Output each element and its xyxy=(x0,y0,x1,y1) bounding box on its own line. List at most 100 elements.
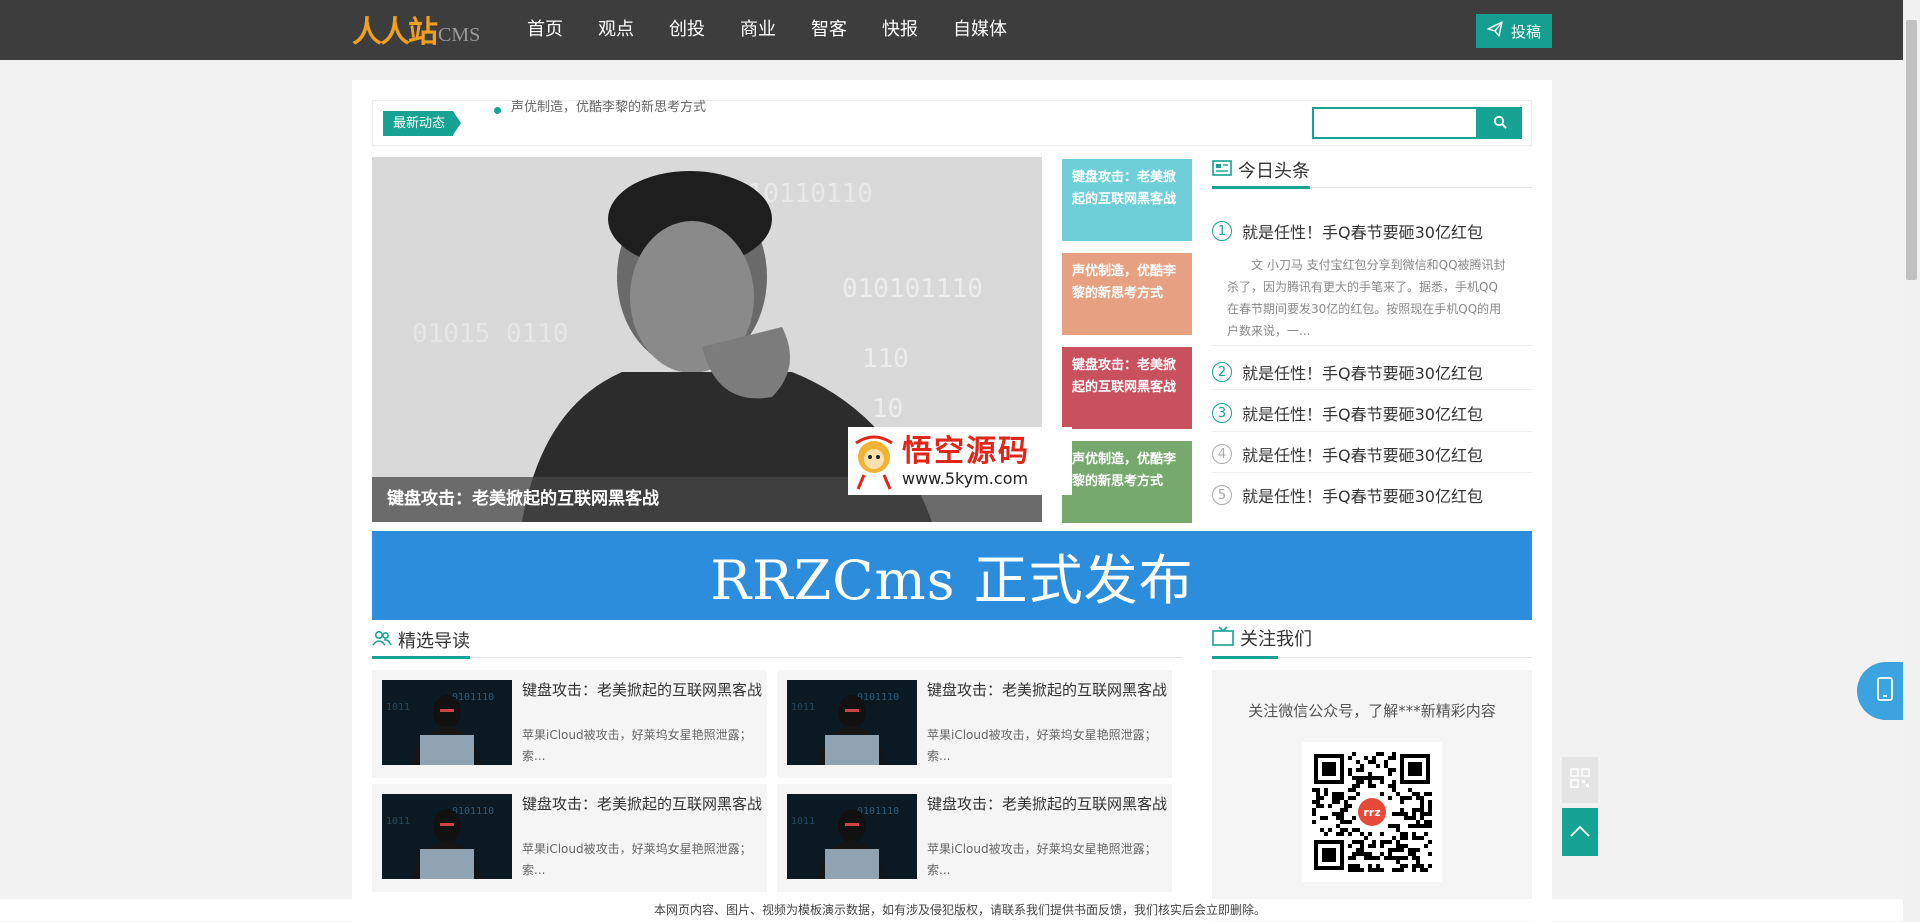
divider xyxy=(1212,472,1532,473)
headline-4[interactable]: 4 就是任性！手Q春节要砸30亿红包 xyxy=(1212,442,1532,466)
nav-item-smart[interactable]: 智客 xyxy=(811,0,847,60)
tile-1[interactable]: 键盘攻击：老美掀起的互联网黑客战 xyxy=(1062,159,1192,241)
users-icon xyxy=(372,630,392,651)
card-summary: 苹果iCloud被攻击，好莱坞女星艳照泄露；索... xyxy=(927,728,1157,763)
scrollbar-thumb[interactable] xyxy=(1906,20,1917,280)
card-title: 键盘攻击：老美掀起的互联网黑客战 xyxy=(522,795,763,813)
svg-text:10: 10 xyxy=(872,394,903,424)
headline-2[interactable]: 2 就是任性！手Q春节要砸30亿红包 xyxy=(1212,360,1532,384)
divider xyxy=(1212,431,1532,432)
headline-title: 就是任性！手Q春节要砸30亿红包 xyxy=(1242,405,1483,424)
rank-badge: 4 xyxy=(1212,444,1232,464)
contribute-button[interactable]: 投稿 xyxy=(1476,14,1552,48)
featured-card-1[interactable]: 0101110 1011 键盘攻击：老美掀起的互联网黑客战 苹果iCloud被攻击… xyxy=(372,670,767,778)
chevron-up-icon xyxy=(1569,823,1591,842)
site-logo[interactable]: 人人站 CMS xyxy=(352,10,480,50)
title-accent xyxy=(1212,186,1310,189)
headline-title: 就是任性！手Q春节要砸30亿红包 xyxy=(1242,487,1483,506)
qr-popup-button[interactable] xyxy=(1562,757,1598,803)
svg-text:110: 110 xyxy=(862,344,909,374)
logo-sub-text: CMS xyxy=(438,24,481,46)
title-accent xyxy=(372,656,470,659)
ticker-label: 最新动态 xyxy=(383,111,461,136)
rank-badge: 1 xyxy=(1212,221,1232,241)
phone-icon xyxy=(1876,677,1893,705)
logo-main-text: 人人站 xyxy=(352,15,438,50)
release-banner[interactable]: RRZCms 正式发布 xyxy=(372,531,1532,620)
featured-card-2[interactable]: 0101110 1011 键盘攻击：老美掀起的互联网黑客战 苹果iCloud被攻击… xyxy=(777,670,1172,778)
tile-4[interactable]: 声优制造，优酷李黎的新思考方式 xyxy=(1062,441,1192,523)
follow-title-text: 关注我们 xyxy=(1240,629,1312,650)
monkey-king-logo xyxy=(855,435,893,490)
paper-plane-icon xyxy=(1487,21,1503,41)
card-summary: 苹果iCloud被攻击，好莱坞女星艳照泄露；索... xyxy=(522,728,752,763)
svg-text:1011: 1011 xyxy=(386,702,410,713)
title-accent xyxy=(1212,656,1278,659)
nav-item-home[interactable]: 首页 xyxy=(527,0,563,60)
nav-item-news-flash[interactable]: 快报 xyxy=(882,0,918,60)
svg-text:0101110: 0101110 xyxy=(857,806,899,817)
nav-item-venture[interactable]: 创投 xyxy=(669,0,705,60)
copyright-disclaimer: 本网页内容、图片、视频为模板演示数据，如有涉及侵犯版权，请联系我们提供书面反馈，… xyxy=(0,899,1920,921)
qr-code-icon xyxy=(1570,768,1590,792)
headline-title: 就是任性！手Q春节要砸30亿红包 xyxy=(1242,364,1483,383)
search-button[interactable] xyxy=(1478,107,1522,139)
news-ticker: 最新动态 声优制造，优酷李黎的新思考方式 xyxy=(372,100,1532,146)
card-title: 键盘攻击：老美掀起的互联网黑客战 xyxy=(927,681,1168,699)
follow-description: 关注微信公众号，了解***新精彩内容 xyxy=(1248,702,1496,720)
tv-icon xyxy=(1212,625,1234,651)
contribute-label: 投稿 xyxy=(1510,22,1541,41)
card-title: 键盘攻击：老美掀起的互联网黑客战 xyxy=(927,795,1168,813)
hacker-thumbnail: 0101110 1011 xyxy=(787,680,917,765)
featured-card-4[interactable]: 0101110 1011 键盘攻击：老美掀起的互联网黑客战 苹果iCloud被攻击… xyxy=(777,784,1172,892)
qr-pattern: rrz xyxy=(1312,752,1432,872)
tile-3[interactable]: 键盘攻击：老美掀起的互联网黑客战 xyxy=(1062,347,1192,429)
nav-item-business[interactable]: 商业 xyxy=(740,0,776,60)
today-title-text: 今日头条 xyxy=(1238,161,1310,182)
search-icon xyxy=(1493,114,1507,133)
headline-5[interactable]: 5 就是任性！手Q春节要砸30亿红包 xyxy=(1212,483,1532,507)
ticker-bullet xyxy=(494,107,501,114)
featured-card-3[interactable]: 0101110 1011 键盘攻击：老美掀起的互联网黑客战 苹果iCloud被攻击… xyxy=(372,784,767,892)
source-watermark: 悟空源码 www.5kym.com xyxy=(848,427,1072,495)
follow-section-title: 关注我们 xyxy=(1212,625,1312,651)
today-section-title: 今日头条 xyxy=(1212,157,1310,183)
svg-text:1011: 1011 xyxy=(791,702,815,713)
headline-title: 就是任性！手Q春节要砸30亿红包 xyxy=(1242,223,1483,242)
back-to-top-button[interactable] xyxy=(1562,808,1598,856)
rank-badge: 5 xyxy=(1212,485,1232,505)
hacker-thumbnail: 0101110 1011 xyxy=(787,794,917,879)
headline-1-summary: 文 小刀马 支付宝红包分享到微信和QQ被腾讯封杀了，因为腾讯有更大的手笔来了。据… xyxy=(1227,258,1506,338)
search-input[interactable] xyxy=(1312,107,1478,139)
card-title: 键盘攻击：老美掀起的互联网黑客战 xyxy=(522,681,763,699)
rank-badge: 3 xyxy=(1212,403,1232,423)
watermark-title: 悟空源码 xyxy=(902,433,1030,469)
card-summary: 苹果iCloud被攻击，好莱坞女星艳照泄露；索... xyxy=(927,842,1157,877)
featured-section-title: 精选导读 xyxy=(372,627,470,653)
divider xyxy=(1212,345,1532,346)
headline-1[interactable]: 1 就是任性！手Q春节要砸30亿红包 xyxy=(1212,219,1532,243)
svg-text:1011: 1011 xyxy=(791,816,815,827)
tile-2[interactable]: 声优制造，优酷李黎的新思考方式 xyxy=(1062,253,1192,335)
watermark-url: www.5kym.com xyxy=(902,468,1029,488)
main-container: 最新动态 声优制造，优酷李黎的新思考方式 010110110 010101110… xyxy=(352,80,1552,922)
svg-text:01015 0110: 01015 0110 xyxy=(412,319,569,349)
newspaper-icon xyxy=(1212,159,1232,182)
featured-title-text: 精选导读 xyxy=(398,631,470,652)
divider xyxy=(1212,389,1532,390)
divider xyxy=(372,657,1182,658)
svg-text:0101110: 0101110 xyxy=(452,806,494,817)
rank-badge: 2 xyxy=(1212,362,1232,382)
wechat-qr-code: rrz xyxy=(1302,742,1442,882)
nav-item-opinion[interactable]: 观点 xyxy=(598,0,634,60)
headline-title: 就是任性！手Q春节要砸30亿红包 xyxy=(1242,446,1483,465)
card-summary: 苹果iCloud被攻击，好莱坞女星艳照泄露；索... xyxy=(522,842,752,877)
svg-text:1011: 1011 xyxy=(386,816,410,827)
qr-badge-text: rrz xyxy=(1363,806,1380,819)
ticker-item-link[interactable]: 声优制造，优酷李黎的新思考方式 xyxy=(511,98,706,118)
main-nav: 首页 观点 创投 商业 智客 快报 自媒体 xyxy=(527,0,1042,60)
headline-3[interactable]: 3 就是任性！手Q春节要砸30亿红包 xyxy=(1212,401,1532,425)
hacker-thumbnail: 0101110 1011 xyxy=(382,680,512,765)
nav-item-we-media[interactable]: 自媒体 xyxy=(953,0,1007,60)
follow-panel: 关注微信公众号，了解***新精彩内容 rrz xyxy=(1212,670,1532,922)
